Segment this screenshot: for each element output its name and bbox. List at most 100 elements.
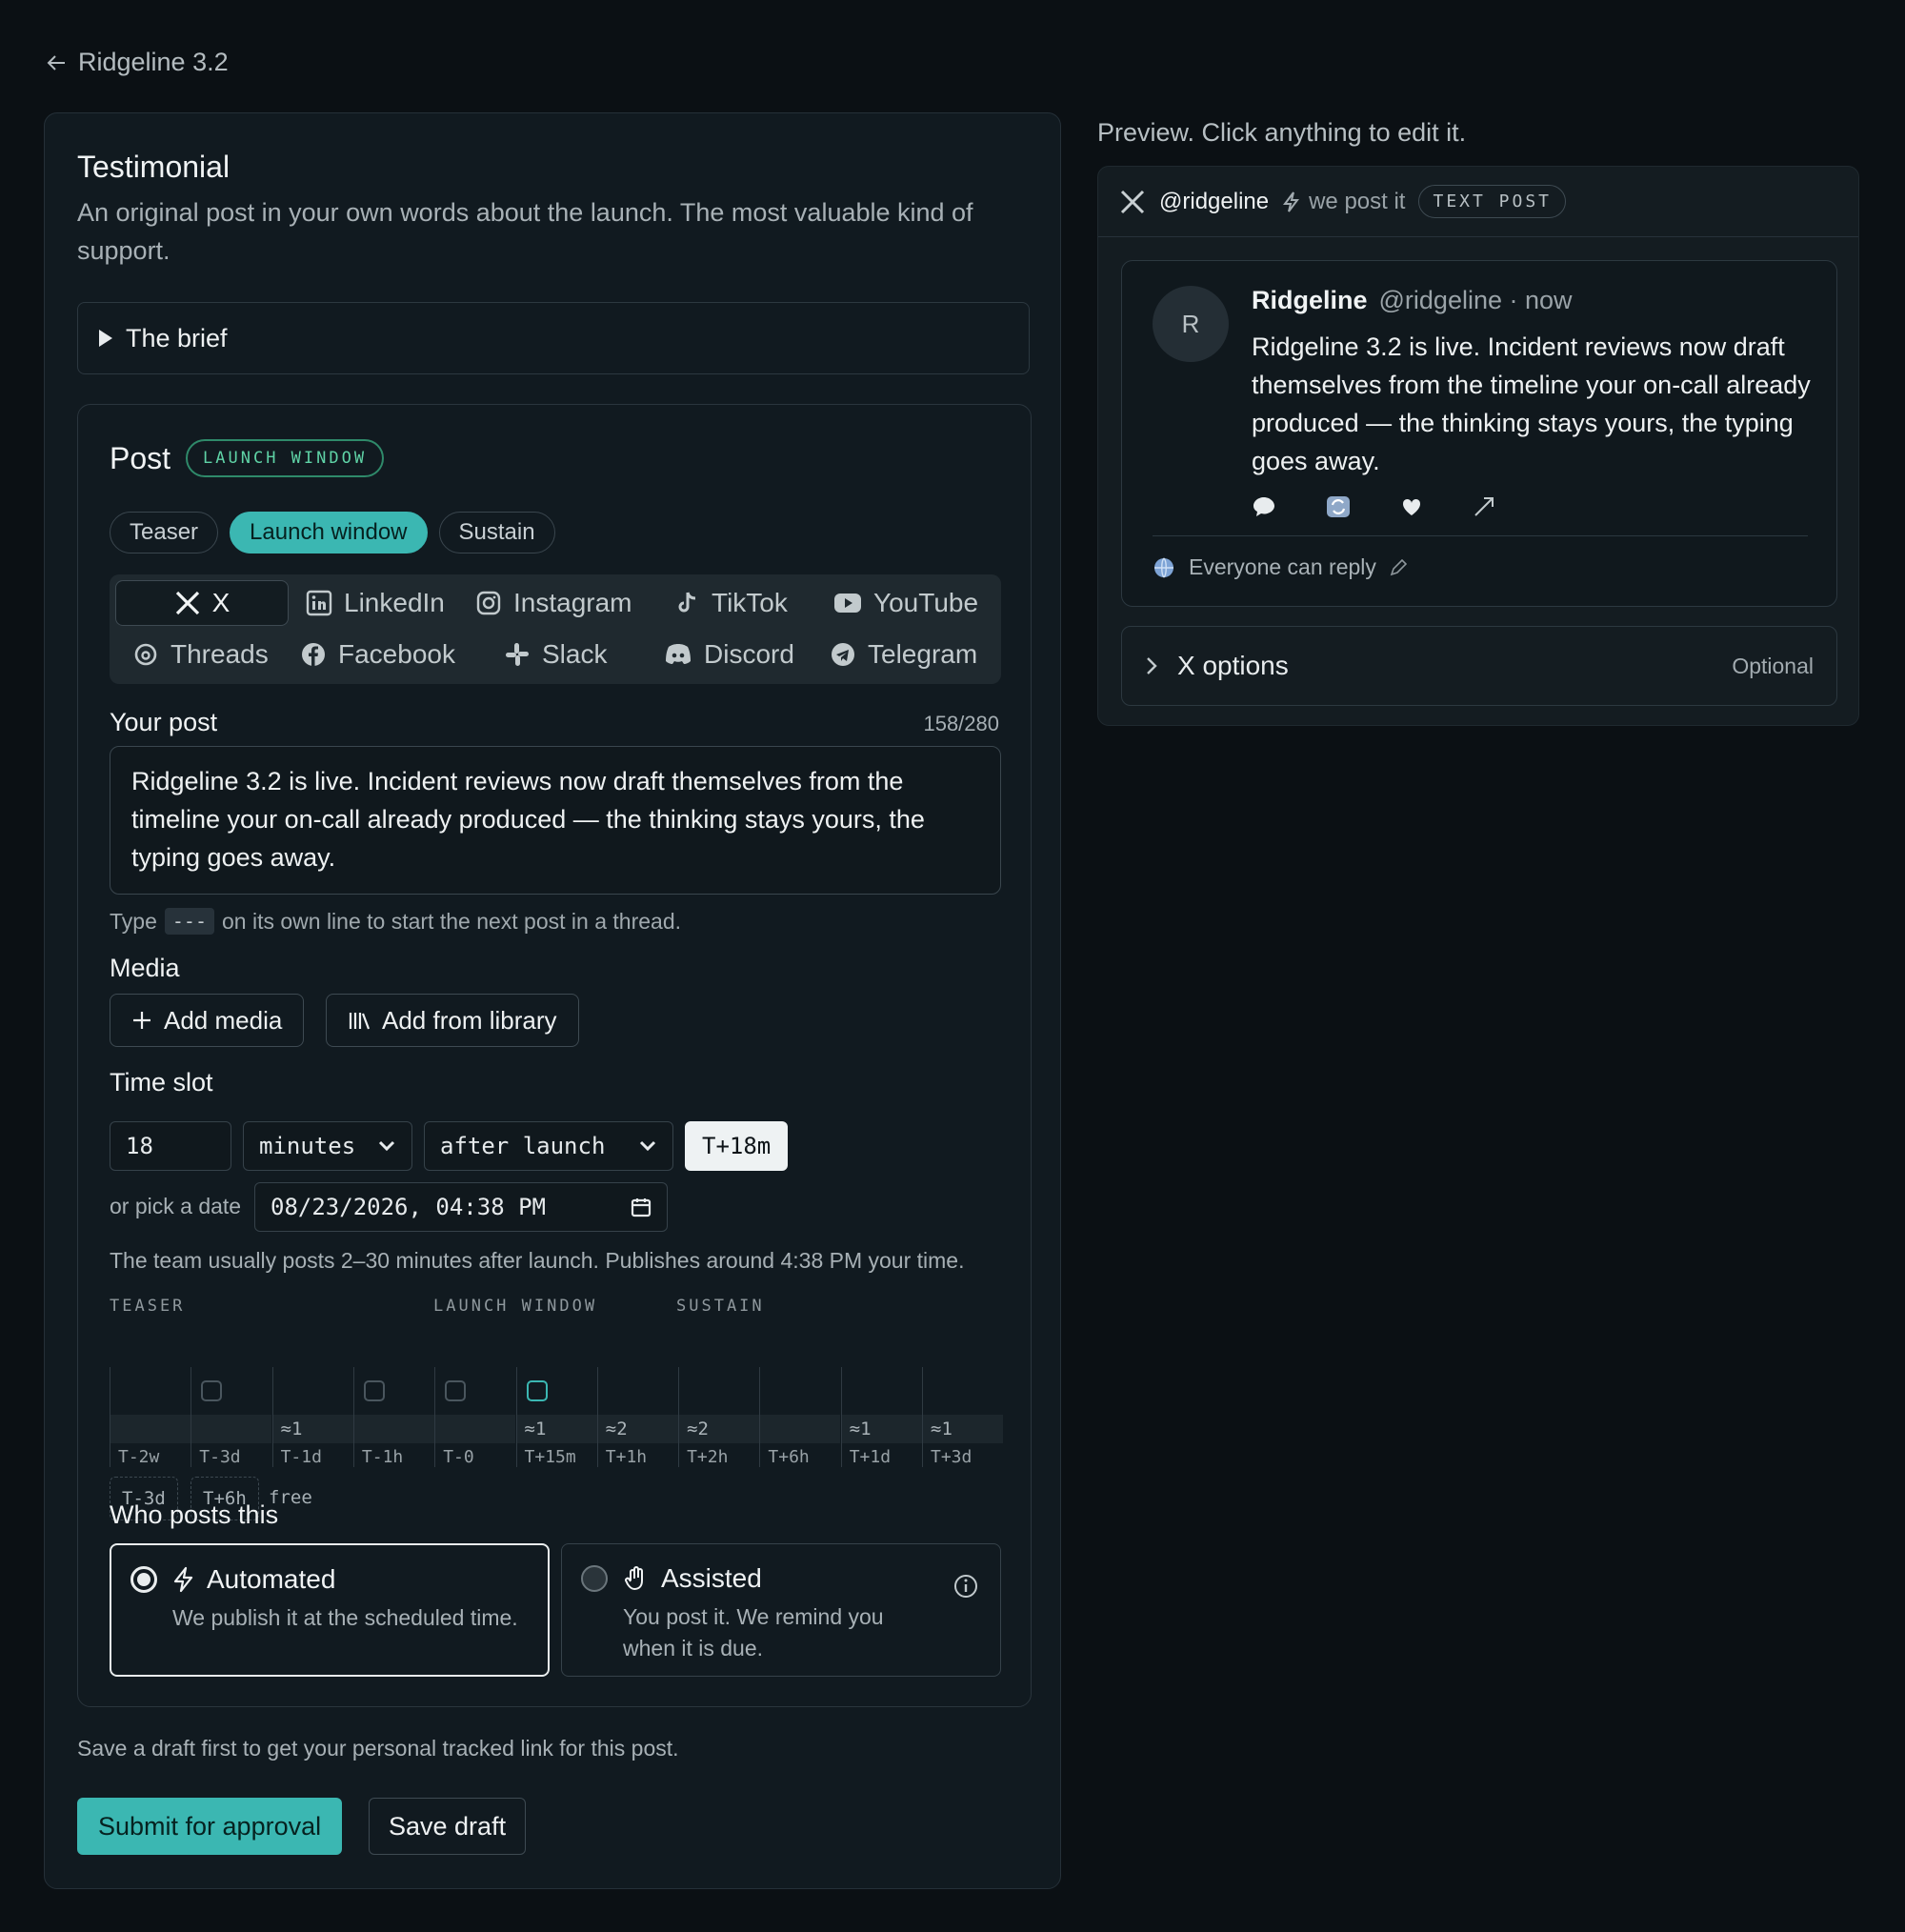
assisted-radio[interactable] [581,1565,608,1592]
timeline-column[interactable]: ≈1 T+1d [840,1367,922,1467]
timeline-label: T+6h [768,1447,810,1467]
chevron-right-icon [1147,657,1157,674]
tweet-body[interactable]: Ridgeline 3.2 is live. Incident reviews … [1252,328,1814,480]
offset-input[interactable]: 18 [110,1121,231,1171]
tiktok-icon [678,592,696,613]
platform-tiktok[interactable]: TikTok [673,580,788,626]
time-slot-label: Time slot [110,1068,213,1097]
tweet-author: Ridgeline @ridgeline · now [1252,286,1573,315]
timeline-slot-checkbox[interactable] [526,1380,548,1401]
platform-discord[interactable]: Discord [664,632,794,677]
timeline-column[interactable]: ≈2 T+1h [596,1367,678,1467]
timeline-column[interactable]: T+6h [759,1367,841,1467]
disclosure-triangle-icon [99,330,112,347]
phase-teaser[interactable]: Teaser [110,512,219,553]
x-logo-icon [175,591,199,615]
timeline-count: ≈1 [272,1415,353,1443]
library-icon [349,1013,371,1030]
hand-icon [625,1566,643,1591]
timeline-column[interactable]: T-1h [352,1367,434,1467]
platform-linkedin[interactable]: LinkedIn [306,580,445,626]
heart-icon[interactable] [1400,496,1423,517]
automated-radio[interactable] [130,1566,157,1593]
timeline-header-sustain: SUSTAIN [676,1297,765,1316]
platform-slack-label: Slack [542,639,608,669]
preview-handle[interactable]: @ridgeline [1159,189,1269,215]
globe-icon [1154,557,1173,577]
add-library-label: Add from library [382,1005,557,1035]
reply-setting-label: Everyone can reply [1189,554,1376,579]
timeline-column[interactable]: ≈2 T+2h [678,1367,760,1467]
timeline-count [353,1415,434,1443]
phase-badge: LAUNCH WINDOW [186,439,385,477]
reply-setting[interactable]: Everyone can reply [1153,554,1407,580]
youtube-icon [834,594,861,613]
save-draft-button[interactable]: Save draft [369,1798,527,1855]
unit-value: minutes [259,1133,356,1159]
tweet-actions [1252,495,1495,518]
platform-telegram-label: Telegram [868,639,978,669]
back-link[interactable]: Ridgeline 3.2 [46,48,229,77]
platform-linkedin-label: LinkedIn [344,588,445,617]
timeline-column[interactable]: T-3d [190,1367,272,1467]
timeline-slot-checkbox[interactable] [363,1380,385,1401]
linkedin-icon [306,590,332,616]
add-media-button[interactable]: Add media [110,994,305,1047]
reply-icon[interactable] [1252,495,1276,518]
timeline-column[interactable]: ≈1 T+15m [515,1367,597,1467]
retweet-icon[interactable] [1326,495,1351,518]
add-from-library-button[interactable]: Add from library [326,994,579,1047]
platform-instagram-label: Instagram [513,588,632,617]
platform-instagram[interactable]: Instagram [475,580,632,626]
platform-telegram[interactable]: Telegram [830,632,977,677]
assisted-desc: You post it. We remind you when it is du… [623,1601,884,1664]
phase-launch-window[interactable]: Launch window [230,512,428,553]
timeline-slot-checkbox[interactable] [445,1380,467,1401]
who-posts-label: Who posts this [110,1500,279,1529]
timeline-column[interactable]: ≈1 T-1d [271,1367,353,1467]
preview-mode: we post it [1309,188,1406,214]
platform-slack[interactable]: Slack [504,632,607,677]
automated-title: Automated [207,1564,336,1594]
relation-select[interactable]: after launch [424,1121,673,1171]
platform-x[interactable]: X [115,580,289,626]
instagram-icon [476,591,501,615]
platform-youtube[interactable]: YouTube [833,580,978,626]
platform-facebook[interactable]: Facebook [300,632,455,677]
section-description: An original post in your own words about… [77,198,973,265]
share-icon[interactable] [1473,495,1495,518]
timeline-label: T-1h [361,1447,404,1467]
info-icon[interactable] [952,1573,979,1600]
automated-option[interactable]: Automated We publish it at the scheduled… [110,1543,550,1677]
automated-desc: We publish it at the scheduled time. [172,1605,518,1630]
date-picker-input[interactable]: 08/23/2026, 04:38 PM [254,1182,668,1232]
media-label: Media [110,954,180,982]
add-media-label: Add media [164,1005,283,1035]
timeline-count: ≈1 [841,1415,922,1443]
tweet-card[interactable]: R Ridgeline @ridgeline · now Ridgeline 3… [1121,260,1837,607]
post-textarea[interactable]: Ridgeline 3.2 is live. Incident reviews … [110,746,1001,895]
timeline-count: ≈2 [679,1415,760,1443]
submit-for-approval-button[interactable]: Submit for approval [77,1798,343,1855]
x-options-disclosure[interactable]: X options Optional [1121,626,1837,706]
timeline-count [110,1415,190,1443]
hint-after: on its own line to start the next post i… [222,908,682,934]
preview-panel: @ridgeline we post it TEXT POST R Ridgel… [1097,166,1859,726]
timeline-column[interactable]: ≈1 T+3d [922,1367,1003,1467]
pencil-icon [1390,558,1407,575]
unit-select[interactable]: minutes [243,1121,412,1171]
timeline-label: T+2h [687,1447,729,1467]
platform-threads[interactable]: Threads [132,632,269,677]
timeline-column[interactable]: T-0 [434,1367,516,1467]
post-title: Post [110,440,171,475]
divider [1153,535,1808,536]
platform-discord-label: Discord [704,639,794,669]
timeline-column[interactable]: T-2w [110,1367,190,1467]
phase-sustain[interactable]: Sustain [438,512,555,553]
timeline-label: T+15m [524,1447,576,1467]
brief-disclosure[interactable]: The brief [77,302,1030,374]
timeline-slot-checkbox[interactable] [201,1380,223,1401]
chevron-down-icon [378,1140,395,1152]
assisted-option[interactable]: Assisted You post it. We remind you when… [561,1543,1001,1677]
arrow-left-icon [47,54,65,70]
